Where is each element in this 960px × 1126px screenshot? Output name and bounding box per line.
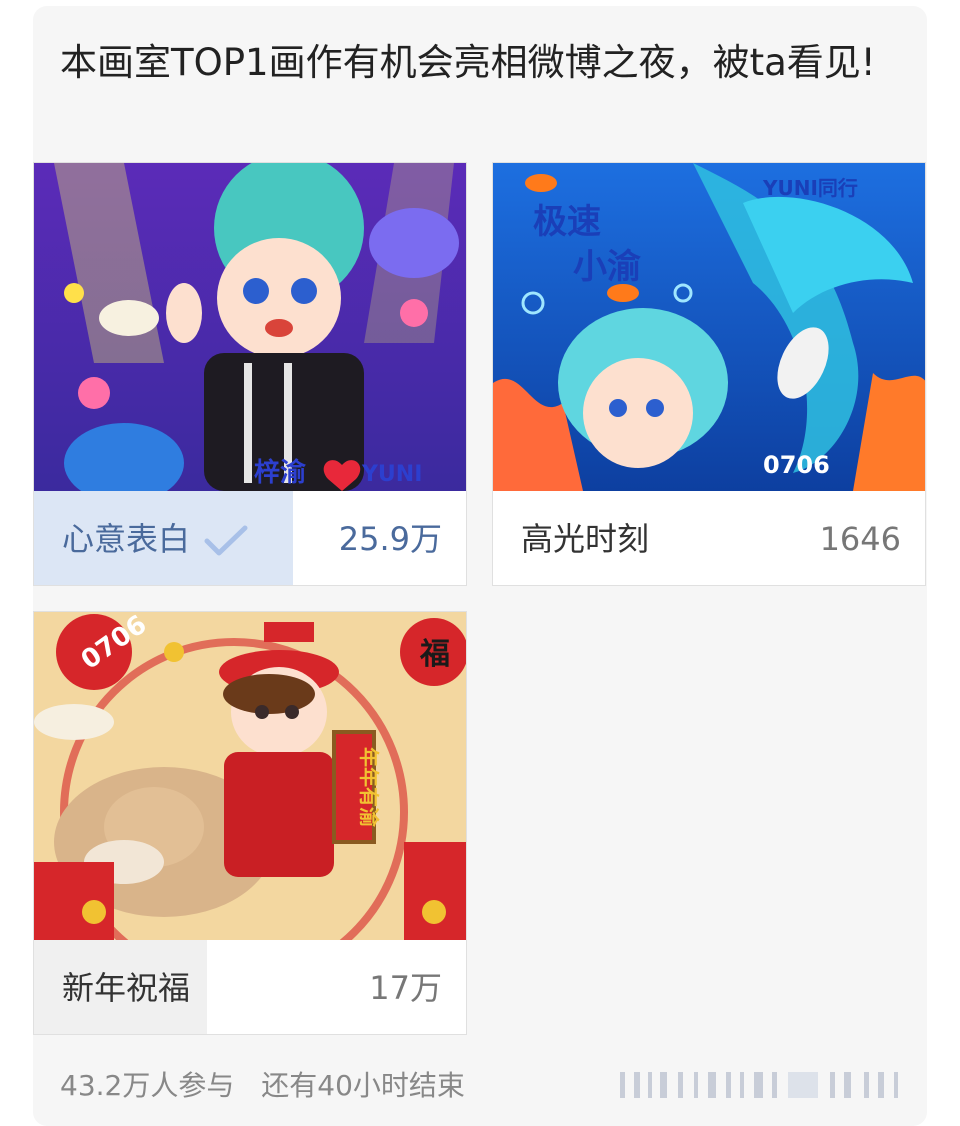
poll-option-heart-confession[interactable]: 梓渝 YUNI 心意表白 25.9万	[33, 162, 467, 586]
option-label: 新年祝福	[62, 969, 191, 1007]
art-text-name: 梓渝	[254, 457, 306, 488]
art-text-date: 0706	[763, 451, 830, 479]
participant-avatars-strip	[620, 1072, 898, 1098]
participant-count: 43.2万人参与	[60, 1069, 235, 1102]
poll-title: 本画室TOP1画作有机会亮相微博之夜，被ta看见!	[60, 41, 876, 84]
option-label: 心意表白	[62, 491, 248, 585]
check-icon	[204, 525, 248, 556]
option-vote-count: 25.9万	[338, 520, 442, 558]
poll-option-highlight-moment[interactable]: 极速 小渝 YUNI同行 0706 高光时刻 1646	[492, 162, 926, 586]
option-artwork-image: 0706 福 年年有渝	[34, 612, 466, 940]
option-vote-bar: 高光时刻 1646	[493, 491, 925, 585]
poll-option-new-year-wishes[interactable]: 0706 福 年年有渝 新年祝福 17万	[33, 611, 467, 1035]
art-text-subtitle: 小渝	[573, 247, 641, 287]
option-vote-bar: 新年祝福 17万	[34, 940, 466, 1034]
art-text-signature: YUNI	[361, 462, 422, 487]
poll-footer: 43.2万人参与 还有40小时结束	[60, 1066, 483, 1106]
option-label: 高光时刻	[521, 520, 650, 558]
time-remaining: 还有40小时结束	[261, 1069, 465, 1102]
option-artwork-image: 极速 小渝 YUNI同行 0706	[493, 163, 925, 491]
art-text-title: 极速	[533, 202, 601, 242]
option-label-text: 心意表白	[62, 520, 191, 558]
option-artwork-image: 梓渝 YUNI	[34, 163, 466, 491]
option-vote-bar: 心意表白 25.9万	[34, 491, 466, 585]
art-text-tag: YUNI同行	[762, 176, 858, 200]
art-text-scroll: 年年有渝	[357, 747, 381, 828]
art-text-fortune: 福	[419, 637, 450, 672]
option-vote-count: 1646	[819, 520, 901, 558]
option-vote-count: 17万	[369, 969, 442, 1007]
